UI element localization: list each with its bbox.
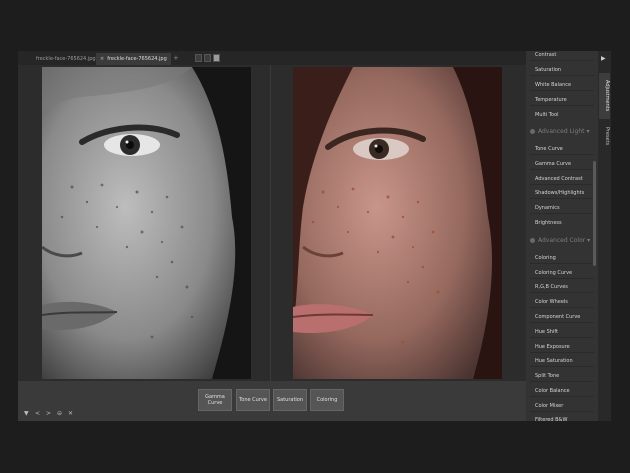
adjustment-rgb-curves[interactable]: R,G,B Curves [535,284,568,290]
adjustment-saturation[interactable]: Saturation [535,67,561,73]
divider [530,366,594,367]
divider [530,263,594,264]
divider [530,322,594,323]
filter-saturation-button[interactable]: Saturation [273,389,307,411]
divider [530,213,594,214]
section-label: Advanced Color [538,237,586,244]
adjustment-hue-exposure[interactable]: Hue Exposure [535,344,570,350]
adjustment-multi-tool[interactable]: Multi Tool [535,112,559,118]
adjustment-gamma-curve[interactable]: Gamma Curve [535,161,571,167]
divider [530,411,594,412]
grid-view-icon[interactable] [195,54,202,62]
adjustment-tone-curve[interactable]: Tone Curve [535,146,563,152]
compare-view-icon[interactable] [213,54,220,62]
adjustment-component-curve[interactable]: Component Curve [535,314,580,320]
divider [530,90,594,91]
adjustment-dynamics[interactable]: Dynamics [535,205,560,211]
back-icon[interactable]: < [35,410,40,417]
close-icon[interactable]: ✕ [68,410,73,417]
close-tab-icon[interactable]: × [100,56,104,62]
adjustment-advanced-contrast[interactable]: Advanced Contrast [535,176,583,182]
filter-tone-curve-button[interactable]: Tone Curve [236,389,270,411]
divider [530,75,594,76]
divider [530,184,594,185]
panel-scrollbar[interactable] [593,161,596,266]
divider [530,337,594,338]
tab-image-1[interactable]: freckle-face-765624.jpg [32,53,100,65]
adjustment-hue-shift[interactable]: Hue Shift [535,329,558,335]
adjustment-contrast[interactable]: Contrast [535,52,556,58]
section-icon [530,238,535,243]
compare-divider[interactable] [270,65,271,381]
adjustment-shadows-highlights[interactable]: Shadows/Highlights [535,190,584,196]
adjustment-split-tone[interactable]: Split Tone [535,373,559,379]
app-window: freckle-face-765624.jpg × freckle-face-76… [18,51,611,421]
section-advanced-light[interactable]: Advanced Light ▾ [530,128,589,135]
tab-image-2[interactable]: × freckle-face-765624.jpg [96,53,171,65]
collapse-icon[interactable]: ▼ [24,410,29,417]
applied-filters-bar: Gamma Curve Tone Curve Saturation Colori… [18,381,526,421]
divider [530,198,594,199]
adjustment-temperature[interactable]: Temperature [535,97,567,103]
section-icon [530,129,535,134]
image-canvas[interactable] [18,65,526,381]
divider [530,381,594,382]
divider [530,278,594,279]
divider [530,105,594,106]
tab-label: freckle-face-765624.jpg [36,56,96,62]
filter-gamma-curve-button[interactable]: Gamma Curve [198,389,232,411]
original-photo [42,67,251,379]
divider [530,396,594,397]
divider [530,352,594,353]
edited-photo [293,67,502,379]
adjustment-color-balance[interactable]: Color Balance [535,388,570,394]
divider [530,154,594,155]
adjustments-panel: Contrast Saturation White Balance Temper… [526,51,598,421]
expand-arrow-icon[interactable]: ▶ [601,55,606,62]
adjustment-color-mixer[interactable]: Color Mixer [535,403,563,409]
tab-presets[interactable]: Presets [599,123,610,149]
adjustment-brightness[interactable]: Brightness [535,220,562,226]
filter-coloring-button[interactable]: Coloring [310,389,344,411]
adjustment-coloring-curve[interactable]: Coloring Curve [535,270,572,276]
side-tabs: ▶ Adjustments Presets [598,51,611,421]
section-label: Advanced Light [538,128,585,135]
adjustment-color-wheels[interactable]: Color Wheels [535,299,568,305]
adjustment-filtered-bw[interactable]: Filtered B&W [535,417,567,421]
forward-icon[interactable]: > [46,410,51,417]
list-view-icon[interactable] [204,54,211,62]
tab-bar: freckle-face-765624.jpg × freckle-face-76… [18,51,526,65]
divider [530,169,594,170]
adjustment-white-balance[interactable]: White Balance [535,82,571,88]
tab-adjustments[interactable]: Adjustments [599,73,610,119]
tab-label: freckle-face-765624.jpg [107,56,167,62]
divider [530,292,594,293]
adjustment-hue-saturation[interactable]: Hue Saturation [535,358,573,364]
remove-filter-icon[interactable]: ⊖ [57,410,62,417]
divider [530,60,594,61]
divider [530,307,594,308]
adjustment-coloring[interactable]: Coloring [535,255,556,261]
section-advanced-color[interactable]: Advanced Color ▾ [530,237,590,244]
add-tab-button[interactable]: + [173,53,179,63]
